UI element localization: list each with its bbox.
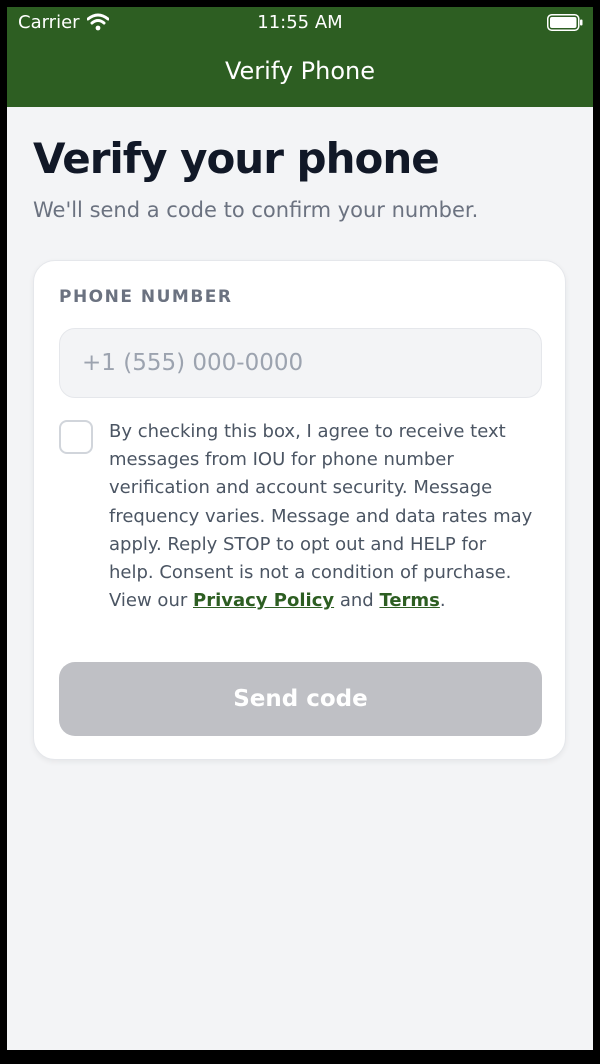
send-code-button[interactable]: Send code	[59, 662, 542, 736]
status-time: 11:55 AM	[257, 12, 343, 33]
header-bar: Carrier 11:55 AM Verify Phone	[7, 7, 593, 107]
battery-icon	[547, 14, 583, 31]
consent-checkbox[interactable]	[59, 420, 93, 454]
consent-text: By checking this box, I agree to receive…	[109, 418, 534, 615]
page-subtitle: We'll send a code to confirm your number…	[33, 198, 479, 222]
screen: Carrier 11:55 AM Verify Phone Verify you…	[7, 7, 593, 1050]
verify-card: PHONE NUMBER By checking this box, I agr…	[33, 260, 566, 760]
consent-body: By checking this box, I agree to receive…	[109, 421, 533, 612]
phone-number-label: PHONE NUMBER	[59, 287, 233, 307]
phone-input[interactable]	[59, 328, 542, 398]
nav-title: Verify Phone	[224, 57, 376, 85]
consent-and: and	[339, 590, 374, 612]
terms-link[interactable]: Terms	[379, 590, 439, 611]
page-title: Verify your phone	[33, 134, 440, 183]
privacy-policy-link[interactable]: Privacy Policy	[193, 590, 334, 611]
consent-period: .	[439, 590, 446, 612]
